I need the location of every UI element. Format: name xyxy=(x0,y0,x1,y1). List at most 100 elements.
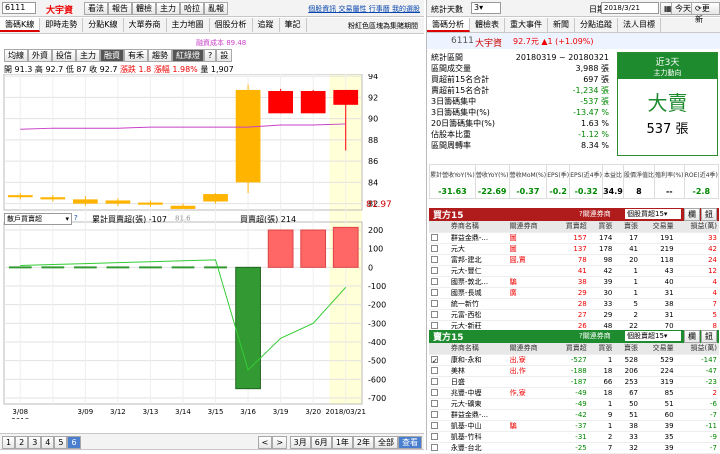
sell-select[interactable]: 個股賣超15▾ xyxy=(625,331,681,341)
tab-events[interactable]: 重大事件 xyxy=(505,18,548,32)
major-button[interactable]: 主力 xyxy=(76,49,100,62)
row-checkbox[interactable] xyxy=(429,376,449,388)
help-button[interactable]: ? xyxy=(204,49,217,62)
column-header[interactable]: 損益(萬) xyxy=(675,221,719,233)
table-cell[interactable]: 元大 xyxy=(448,243,508,255)
table-cell[interactable]: 元大-豐仁 xyxy=(448,265,508,277)
row-checkbox[interactable] xyxy=(429,254,449,266)
page-1-button[interactable]: 1 xyxy=(2,436,16,449)
column-header[interactable]: 券商名稱 xyxy=(448,221,508,233)
table-cell[interactable]: 群益金鼎-... xyxy=(448,232,508,244)
row-checkbox[interactable] xyxy=(429,265,449,277)
page-3-button[interactable]: 3 xyxy=(28,436,42,449)
table-cell[interactable]: 兆豐-中壢 xyxy=(448,387,508,399)
column-header[interactable]: 券商名稱 xyxy=(448,343,508,355)
row-checkbox[interactable] xyxy=(429,243,449,255)
column-header[interactable]: 關連券商 xyxy=(507,221,554,233)
buy-table-button[interactable]: 欄 xyxy=(684,208,700,221)
foreign-button[interactable]: 外資 xyxy=(28,49,52,62)
help-icon[interactable]: ? xyxy=(74,214,78,222)
tab-analysis[interactable]: 個股分析 xyxy=(210,18,253,32)
tab-news[interactable]: 新聞 xyxy=(548,18,575,32)
row-checkbox[interactable] xyxy=(429,232,449,244)
table-cell[interactable]: 美林 xyxy=(448,365,508,377)
table-row[interactable]: 永豐-台北 -25 7 32 39 -7 xyxy=(429,442,719,454)
buy-filter-check[interactable]: ?關連券商 xyxy=(579,209,611,219)
table-cell[interactable]: 康和-永和 xyxy=(448,354,508,366)
table-cell[interactable]: 凱基-竹科 xyxy=(448,431,508,443)
stock-code-input[interactable]: 6111 xyxy=(2,2,36,14)
price-volume-chart[interactable]: 949290888684822001000-100-200-300-400-50… xyxy=(0,74,424,419)
tab-chip-k[interactable]: 籌碼K線 xyxy=(0,18,41,32)
row-checkbox[interactable] xyxy=(429,365,449,377)
link-my-picks[interactable]: 我的選股 xyxy=(392,5,420,13)
range-3m-button[interactable]: 3月 xyxy=(289,436,311,449)
tab-realtime[interactable]: 即時走勢 xyxy=(40,18,84,32)
tab-big-broker[interactable]: 大單券商 xyxy=(124,18,167,32)
table-row[interactable]: 凱基-竹科 -31 2 33 35 -9 xyxy=(429,431,719,443)
column-header[interactable]: 買張 xyxy=(588,343,615,355)
table-cell[interactable]: 群益金鼎-... xyxy=(448,409,508,421)
icon-major-button[interactable]: 主力 xyxy=(156,2,180,15)
page-4-button[interactable]: 4 xyxy=(41,436,55,449)
row-checkbox[interactable] xyxy=(429,276,449,288)
row-checkbox[interactable] xyxy=(429,409,449,421)
row-checkbox[interactable] xyxy=(429,387,449,399)
icon-news-button[interactable]: 亂報 xyxy=(204,2,228,15)
table-cell[interactable]: 富邦-建北 xyxy=(448,254,508,266)
table-cell[interactable]: 日盛 xyxy=(448,376,508,388)
row-checkbox[interactable] xyxy=(429,442,449,454)
tab-health[interactable]: 體檢表 xyxy=(470,18,505,32)
column-header[interactable]: 買張 xyxy=(588,221,615,233)
table-cell[interactable]: 元大-礦東 xyxy=(448,398,508,410)
page-2-button[interactable]: 2 xyxy=(15,436,29,449)
trend-button[interactable]: 趨勢 xyxy=(148,49,172,62)
tab-track[interactable]: 追蹤 xyxy=(253,18,280,32)
table-row[interactable]: 元大-豐仁 41 42 1 43 12 xyxy=(429,265,719,277)
link-trade[interactable]: 交易屬性 xyxy=(339,5,367,13)
column-header[interactable]: 損益(萬) xyxy=(675,343,719,355)
traffic-light-button[interactable]: 紅綠燈 xyxy=(172,49,204,62)
sell-filter-check[interactable]: ?關連券商 xyxy=(579,331,611,341)
table-row[interactable]: 凱基-中山騙 -37 1 38 39 -11 xyxy=(429,420,719,432)
icon-report-button[interactable]: 報告 xyxy=(108,2,132,15)
table-row[interactable]: 國票-敦北... 騙 38 39 1 40 4 xyxy=(429,276,719,288)
tab-target[interactable]: 法人目標 xyxy=(618,18,661,32)
range-1y-button[interactable]: 1年 xyxy=(331,436,353,449)
table-cell[interactable]: 國票-長城 xyxy=(448,287,508,299)
table-row[interactable]: ✓ 康和-永和 出,寮 -527 1 528 529 -147 xyxy=(429,354,719,366)
date-input[interactable]: 2018/3/21 xyxy=(601,2,659,14)
table-row[interactable]: 群益金鼎-... -42 9 51 60 -7 xyxy=(429,409,719,421)
page-5-button[interactable]: 5 xyxy=(54,436,68,449)
row-checkbox[interactable] xyxy=(429,420,449,432)
tab-branch-track[interactable]: 分點追蹤 xyxy=(575,18,618,32)
scroll-right-button[interactable]: > xyxy=(272,436,288,449)
table-row[interactable]: 元富-西松 27 29 2 31 5 xyxy=(429,309,719,321)
table-row[interactable]: 兆豐-中壢 作,寮 -49 18 67 85 2 xyxy=(429,387,719,399)
row-checkbox[interactable] xyxy=(429,431,449,443)
tab-notes[interactable]: 筆記 xyxy=(280,18,307,32)
table-row[interactable]: 元大-礦東 -49 1 50 51 -6 xyxy=(429,398,719,410)
range-all-button[interactable]: 全部 xyxy=(374,436,398,449)
row-checkbox[interactable] xyxy=(429,309,449,321)
buy-select[interactable]: 個股買超15▾ xyxy=(625,209,681,219)
settings-button[interactable]: 設 xyxy=(216,49,233,62)
table-row[interactable]: 群益金鼎-... 圖 157 174 17 191 33 xyxy=(429,232,719,244)
table-row[interactable]: 日盛 -187 66 253 319 -23 xyxy=(429,376,719,388)
table-cell[interactable]: 國票-敦北... xyxy=(448,276,508,288)
scroll-left-button[interactable]: < xyxy=(257,436,273,449)
page-6-button[interactable]: 6 xyxy=(67,436,81,449)
tab-branch-k[interactable]: 分點K線 xyxy=(83,18,124,32)
row-checkbox[interactable] xyxy=(429,287,449,299)
trust-button[interactable]: 投信 xyxy=(52,49,76,62)
column-header[interactable]: 賣張 xyxy=(614,343,640,355)
icon-view-button[interactable]: 看法 xyxy=(84,2,108,15)
table-row[interactable]: 富邦-建北 圓,賈 78 98 20 118 24 xyxy=(429,254,719,266)
volume-select[interactable]: 散戶買賣超 ▾ xyxy=(4,213,72,225)
table-row[interactable]: 元大圖 137 178 41 219 42 xyxy=(429,243,719,255)
table-cell[interactable]: 永豐-台北 xyxy=(448,442,508,454)
tab-major-map[interactable]: 主力地圖 xyxy=(167,18,210,32)
row-checkbox[interactable] xyxy=(429,398,449,410)
icon-chat-button[interactable]: 哈拉 xyxy=(180,2,204,15)
link-stock-info[interactable]: 個股資訊 xyxy=(308,5,336,13)
